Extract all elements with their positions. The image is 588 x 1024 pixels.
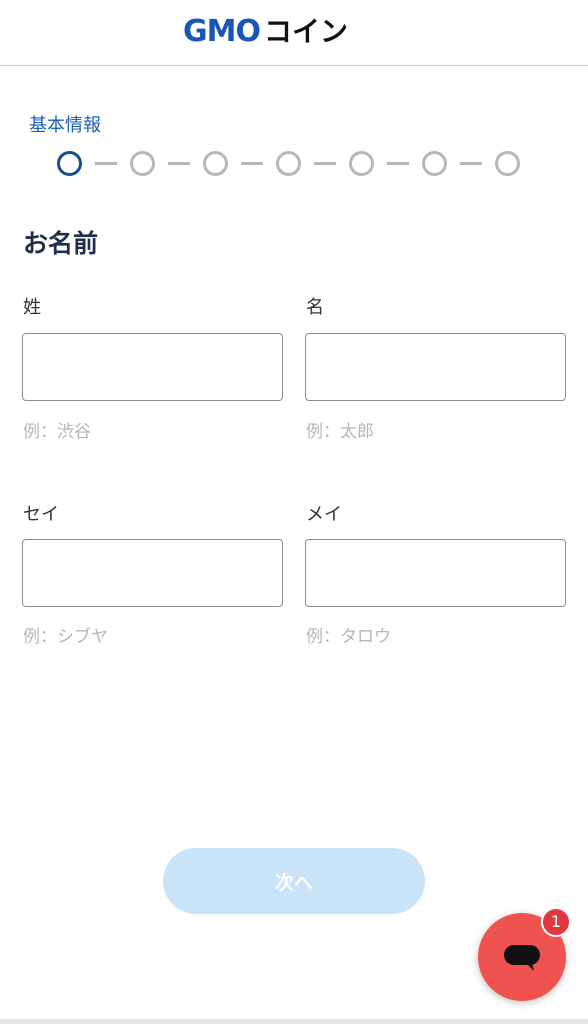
first-name-kana-hint: 例：タロウ (306, 627, 391, 647)
step-6-indicator (422, 150, 447, 176)
gmo-coin-logo[interactable]: GMO コイン (183, 14, 405, 50)
step-connector (460, 161, 482, 165)
last-name-kana-hint: 例：シブヤ (23, 627, 108, 647)
last-name-kana-input[interactable] (22, 539, 283, 607)
chat-notification-badge: 1 (541, 907, 571, 937)
last-name-input[interactable] (22, 333, 283, 401)
step-1-indicator (57, 150, 82, 176)
logo-gmo-text: GMO (183, 14, 261, 49)
progress-stepper (57, 150, 520, 176)
logo-coin-text: コイン (263, 15, 348, 48)
step-4-indicator (276, 150, 301, 176)
step-label: 基本情報 (29, 115, 101, 136)
step-connector (241, 161, 263, 165)
first-name-input[interactable] (305, 333, 566, 401)
last-name-hint: 例：渋谷 (23, 422, 91, 442)
section-title: お名前 (23, 229, 99, 258)
step-connector (387, 161, 409, 165)
first-name-kana-label: メイ (306, 504, 342, 525)
bottom-bar (0, 1019, 588, 1024)
step-2-indicator (130, 150, 155, 176)
step-7-indicator (495, 150, 520, 176)
first-name-label: 名 (306, 297, 324, 318)
next-button[interactable]: 次へ (163, 848, 425, 914)
app-header: GMO コイン (0, 0, 588, 66)
last-name-kana-label: セイ (23, 504, 59, 525)
chat-bubble-icon (504, 945, 540, 971)
first-name-hint: 例：太郎 (306, 422, 374, 442)
step-connector (314, 161, 336, 165)
step-3-indicator (203, 150, 228, 176)
step-connector (95, 161, 117, 165)
step-connector (168, 161, 190, 165)
first-name-kana-input[interactable] (305, 539, 566, 607)
step-5-indicator (349, 150, 374, 176)
last-name-label: 姓 (23, 297, 41, 318)
